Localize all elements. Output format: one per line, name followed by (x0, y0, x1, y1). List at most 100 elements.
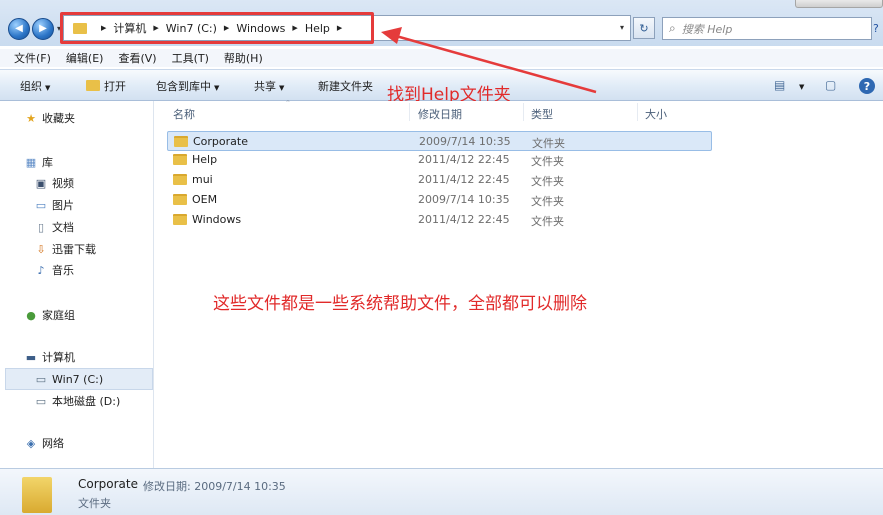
sidebar-item-label: 图片 (52, 199, 74, 212)
annotation-note: 这些文件都是一些系统帮助文件，全部都可以删除 (213, 294, 587, 314)
music-icon: ♪ (37, 263, 45, 277)
video-icon: ▣ (35, 176, 47, 190)
menu-tools[interactable]: 工具(T) (172, 50, 209, 66)
view-options-icon[interactable]: ▤ (774, 78, 785, 92)
sidebar-item-computer[interactable]: ▬ 计算机 (24, 348, 75, 366)
help-button-icon[interactable]: ? (859, 78, 875, 94)
column-header-name[interactable]: 名称 (173, 106, 195, 122)
sidebar-item-favorites[interactable]: ★ 收藏夹 (24, 109, 75, 127)
sidebar-item-label: 网络 (42, 437, 64, 450)
file-modified: 2011/4/12 22:45 (418, 173, 510, 186)
forward-arrow-icon: ▶ (39, 23, 47, 34)
new-folder-button[interactable]: 新建文件夹 (318, 78, 373, 94)
chevron-down-icon: ▼ (45, 84, 51, 92)
column-divider[interactable] (637, 103, 638, 121)
search-placeholder: 搜索 Help (681, 22, 733, 36)
sidebar-item-label: 本地磁盘 (D:) (52, 395, 121, 408)
file-type: 文件夹 (531, 215, 564, 228)
table-row[interactable]: Windows 2011/4/12 22:45 文件夹 (167, 210, 712, 230)
table-row[interactable]: Corporate 2009/7/14 10:35 文件夹 (167, 131, 712, 151)
sidebar-item-libraries[interactable]: ▦ 库 (24, 153, 53, 171)
menu-view[interactable]: 查看(V) (118, 50, 156, 66)
forward-button[interactable]: ▶ (32, 18, 54, 40)
sidebar-item-videos[interactable]: ▣ 视频 (34, 174, 74, 192)
homegroup-icon: ● (26, 308, 36, 322)
file-name: Help (192, 153, 218, 166)
open-label: 打开 (104, 80, 126, 93)
drive-icon: ▭ (35, 372, 47, 386)
table-row[interactable]: mui 2011/4/12 22:45 文件夹 (167, 170, 712, 190)
sidebar-item-label: 音乐 (52, 264, 74, 277)
sidebar-item-drive-d[interactable]: ▭ 本地磁盘 (D:) (34, 392, 120, 410)
folder-icon (173, 194, 187, 205)
file-name: Corporate (193, 135, 248, 148)
menu-file[interactable]: 文件(F) (14, 50, 51, 66)
address-dropdown-icon[interactable]: ▾ (620, 23, 624, 32)
download-icon: ⇩ (36, 242, 46, 256)
document-icon: ▯ (37, 220, 45, 234)
network-icon: ◈ (26, 436, 36, 450)
help-icon[interactable]: ? (873, 22, 879, 35)
organize-button[interactable]: 组织 ▼ (20, 78, 50, 94)
file-name: mui (192, 173, 213, 186)
sidebar-item-network[interactable]: ◈ 网络 (24, 434, 64, 452)
details-name: Corporate (78, 477, 138, 491)
column-divider[interactable] (523, 103, 524, 121)
sidebar-item-music[interactable]: ♪ 音乐 (34, 261, 74, 279)
organize-label: 组织 (20, 80, 42, 93)
folder-icon (22, 477, 52, 513)
sidebar-item-drive-c[interactable]: ▭ Win7 (C:) (34, 370, 103, 388)
file-name: Windows (192, 213, 242, 226)
share-button[interactable]: 共享 ▼ (254, 78, 284, 94)
table-row[interactable]: OEM 2009/7/14 10:35 文件夹 (167, 190, 712, 210)
sidebar-item-label: 视频 (52, 177, 74, 190)
include-in-library-label: 包含到库中 (156, 80, 211, 93)
sidebar-item-label: 计算机 (42, 351, 75, 364)
back-button[interactable]: ◀ (8, 18, 30, 40)
sidebar-item-xunlei-downloads[interactable]: ⇩ 迅雷下载 (34, 240, 96, 258)
refresh-icon: ↻ (639, 21, 649, 35)
preview-pane-icon[interactable]: ▢ (825, 78, 836, 92)
sidebar-item-documents[interactable]: ▯ 文档 (34, 218, 74, 236)
refresh-button[interactable]: ↻ (633, 17, 655, 39)
chevron-down-icon: ▼ (279, 84, 285, 92)
details-type: 文件夹 (78, 497, 111, 510)
column-divider[interactable] (409, 103, 410, 121)
chevron-down-icon: ▼ (214, 84, 220, 92)
include-in-library-button[interactable]: 包含到库中 ▼ (156, 78, 219, 94)
folder-icon (174, 136, 188, 147)
sidebar-item-label: 家庭组 (42, 309, 75, 322)
address-bar-region: ◀ ▶ ▾ ▶ 计算机 ▶ Win7 (C:) ▶ Windows ▶ Help… (0, 0, 883, 46)
menu-edit[interactable]: 编辑(E) (66, 50, 104, 66)
window-controls[interactable] (795, 0, 883, 8)
sidebar-item-pictures[interactable]: ▭ 图片 (34, 196, 74, 214)
picture-icon: ▭ (35, 198, 47, 212)
file-list: 名称 ⌃ 修改日期 类型 大小 Corporate 2009/7/14 10:3… (155, 99, 883, 468)
file-name: OEM (192, 193, 218, 206)
file-type: 文件夹 (532, 137, 565, 150)
drive-icon: ▭ (35, 394, 47, 408)
column-header-size[interactable]: 大小 (645, 106, 667, 122)
sidebar-item-label: 文档 (52, 221, 74, 234)
column-header-modified[interactable]: 修改日期 (418, 106, 462, 122)
menu-bar: 文件(F) 编辑(E) 查看(V) 工具(T) 帮助(H) (0, 49, 883, 67)
search-input[interactable]: ⌕ 搜索 Help (662, 17, 872, 40)
file-type: 文件夹 (531, 175, 564, 188)
column-header-type[interactable]: 类型 (531, 106, 553, 122)
folder-icon (173, 214, 187, 225)
computer-icon: ▬ (25, 350, 37, 364)
navigation-pane: ★ 收藏夹 ▦ 库 ▣ 视频 ▭ 图片 ▯ 文档 ⇩ 迅雷下载 ♪ 音乐 ● 家… (0, 101, 154, 468)
open-folder-icon (86, 80, 100, 91)
chevron-down-icon[interactable]: ▼ (796, 79, 804, 92)
folder-icon (173, 174, 187, 185)
sidebar-item-homegroup[interactable]: ● 家庭组 (24, 306, 75, 324)
open-button[interactable]: 打开 (86, 78, 126, 94)
file-modified: 2009/7/14 10:35 (419, 135, 511, 148)
file-type: 文件夹 (531, 195, 564, 208)
share-label: 共享 (254, 80, 276, 93)
table-row[interactable]: Help 2011/4/12 22:45 文件夹 (167, 150, 712, 170)
file-modified: 2011/4/12 22:45 (418, 213, 510, 226)
sidebar-item-label: Win7 (C:) (52, 372, 104, 386)
file-modified: 2011/4/12 22:45 (418, 153, 510, 166)
menu-help[interactable]: 帮助(H) (224, 50, 263, 66)
